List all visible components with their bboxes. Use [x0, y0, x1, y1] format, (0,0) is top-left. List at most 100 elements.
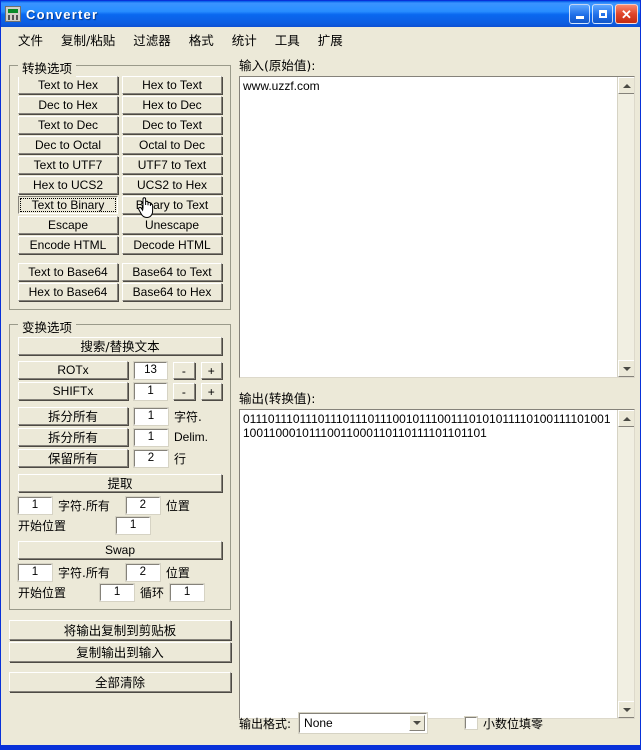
output-scroll-down-button[interactable] [618, 701, 634, 718]
split-delim-input[interactable]: 1 [133, 427, 169, 447]
minimize-button[interactable] [569, 4, 590, 24]
base64-row-1: Hex to Base64 Base64 to Hex [18, 283, 222, 301]
conversion-row-7: Escape Unescape [18, 216, 222, 234]
button-split-all-delim[interactable]: 拆分所有 [18, 428, 128, 446]
button-binary-to-text[interactable]: Binary to Text [122, 196, 222, 214]
extract-position-input[interactable]: 2 [124, 496, 161, 515]
menu-item-filter[interactable]: 过滤器 [124, 27, 180, 52]
chevron-down-glyph [413, 721, 422, 725]
button-hex-to-ucs2[interactable]: Hex to UCS2 [18, 176, 118, 194]
maximize-button[interactable] [592, 4, 613, 24]
rotx-value-input[interactable]: 13 [132, 360, 169, 380]
menu-item-statistics[interactable]: 统计 [223, 27, 266, 52]
button-text-to-binary[interactable]: Text to Binary [18, 196, 118, 214]
conversion-row-5: Hex to UCS2 UCS2 to Hex [18, 176, 222, 194]
menu-item-format[interactable]: 格式 [180, 27, 223, 52]
action-buttons: 将输出复制到剪贴板 复制输出到输入 全部清除 [9, 620, 231, 692]
transform-options-group: 变换选项 搜索/替换文本 ROTx 13 - + SHIFTx 1 - + 拆分… [9, 317, 231, 610]
button-octal-to-dec[interactable]: Octal to Dec [122, 136, 222, 154]
button-ucs2-to-hex[interactable]: UCS2 to Hex [122, 176, 222, 194]
swap-params-row: 1 字符.所有 2 位置 [17, 563, 222, 582]
button-text-to-hex[interactable]: Text to Hex [18, 76, 118, 94]
input-scroll-up-button[interactable] [618, 77, 634, 94]
button-base64-to-text[interactable]: Base64 to Text [122, 263, 222, 281]
button-text-to-dec[interactable]: Text to Dec [18, 116, 118, 134]
window-title: Converter [26, 6, 99, 22]
pad-decimals-checkbox[interactable] [464, 716, 479, 730]
output-panel-label: 输出(转换值): [239, 391, 316, 406]
output-format-bar: 输出格式: None 小数位填零 [239, 712, 543, 734]
swap-count-unit-label: 字符.所有 [58, 566, 110, 580]
extract-count-input[interactable]: 1 [17, 496, 53, 515]
button-base64-to-hex[interactable]: Base64 to Hex [122, 283, 222, 301]
button-copy-output-to-clipboard[interactable]: 将输出复制到剪贴板 [9, 620, 231, 640]
button-utf7-to-text[interactable]: UTF7 to Text [122, 156, 222, 174]
input-panel-label: 输入(原始值): [239, 58, 316, 73]
chevron-down-icon[interactable] [409, 715, 426, 731]
swap-loop-input[interactable]: 1 [169, 583, 206, 602]
button-shiftx[interactable]: SHIFTx [18, 382, 128, 400]
scroll-down-arrow-icon [622, 707, 631, 712]
keep-lines-input[interactable]: 2 [133, 448, 169, 468]
output-format-value: None [304, 716, 333, 730]
window-controls: ✕ [569, 4, 638, 24]
extract-start-input[interactable]: 1 [115, 516, 152, 535]
button-split-all-chars[interactable]: 拆分所有 [18, 407, 128, 425]
shiftx-minus-button[interactable]: - [173, 382, 195, 400]
input-textarea-value: www.uzzf.com [243, 79, 320, 93]
button-encode-html[interactable]: Encode HTML [18, 236, 118, 254]
clear-all-row: 全部清除 [9, 672, 231, 692]
extract-count-unit-label: 字符.所有 [58, 499, 110, 513]
button-decode-html[interactable]: Decode HTML [122, 236, 222, 254]
app-icon [5, 6, 21, 22]
conversion-row-4: Text to UTF7 UTF7 to Text [18, 156, 222, 174]
button-dec-to-hex[interactable]: Dec to Hex [18, 96, 118, 114]
swap-start-input[interactable]: 1 [99, 583, 136, 602]
button-hex-to-base64[interactable]: Hex to Base64 [18, 283, 118, 301]
rotx-plus-button[interactable]: + [200, 361, 222, 379]
output-textarea[interactable]: 0111011101110111011101110010111001110101… [239, 409, 635, 719]
button-rotx[interactable]: ROTx [18, 361, 128, 379]
output-scroll-up-button[interactable] [618, 410, 634, 427]
rotx-minus-button[interactable]: - [173, 361, 195, 379]
button-unescape[interactable]: Unescape [122, 216, 222, 234]
button-text-to-utf7[interactable]: Text to UTF7 [18, 156, 118, 174]
split-chars-input[interactable]: 1 [133, 406, 169, 426]
extract-start-label: 开始位置 [18, 519, 67, 533]
shiftx-value-input[interactable]: 1 [132, 381, 169, 401]
button-keep-all-lines[interactable]: 保留所有 [18, 449, 128, 467]
button-hex-to-text[interactable]: Hex to Text [122, 76, 222, 94]
button-search-replace-text[interactable]: 搜索/替换文本 [18, 337, 222, 355]
output-vertical-scrollbar[interactable] [617, 410, 634, 718]
maximize-icon [598, 10, 607, 18]
input-scroll-down-button[interactable] [618, 360, 634, 377]
shift-row: SHIFTx 1 - + [18, 381, 222, 401]
button-text-to-base64[interactable]: Text to Base64 [18, 263, 118, 281]
button-swap[interactable]: Swap [18, 541, 222, 559]
close-icon: ✕ [621, 6, 632, 22]
close-button[interactable]: ✕ [615, 4, 638, 24]
search-replace-row: 搜索/替换文本 [18, 337, 222, 355]
menu-item-file[interactable]: 文件 [9, 27, 52, 52]
swap-count-input[interactable]: 1 [17, 563, 53, 582]
menu-item-tools[interactable]: 工具 [266, 27, 309, 52]
pad-decimals-checkbox-wrap[interactable]: 小数位填零 [464, 715, 543, 732]
button-escape[interactable]: Escape [18, 216, 118, 234]
input-vertical-scrollbar[interactable] [617, 77, 634, 377]
conversion-options-title: 转换选项 [18, 58, 77, 77]
button-dec-to-text[interactable]: Dec to Text [122, 116, 222, 134]
menu-item-extensions[interactable]: 扩展 [309, 27, 352, 52]
button-copy-output-to-input[interactable]: 复制输出到输入 [9, 642, 231, 662]
menu-item-copy-paste[interactable]: 复制/粘贴 [52, 27, 124, 52]
shiftx-plus-button[interactable]: + [200, 382, 222, 400]
output-format-select[interactable]: None [298, 712, 429, 734]
button-hex-to-dec[interactable]: Hex to Dec [122, 96, 222, 114]
button-dec-to-octal[interactable]: Dec to Octal [18, 136, 118, 154]
input-textarea[interactable]: www.uzzf.com [239, 76, 635, 378]
title-bar[interactable]: Converter ✕ [1, 1, 640, 27]
button-extract[interactable]: 提取 [18, 474, 222, 492]
button-clear-all[interactable]: 全部清除 [9, 672, 231, 692]
rot-row: ROTx 13 - + [18, 360, 222, 380]
swap-position-input[interactable]: 2 [124, 563, 161, 582]
